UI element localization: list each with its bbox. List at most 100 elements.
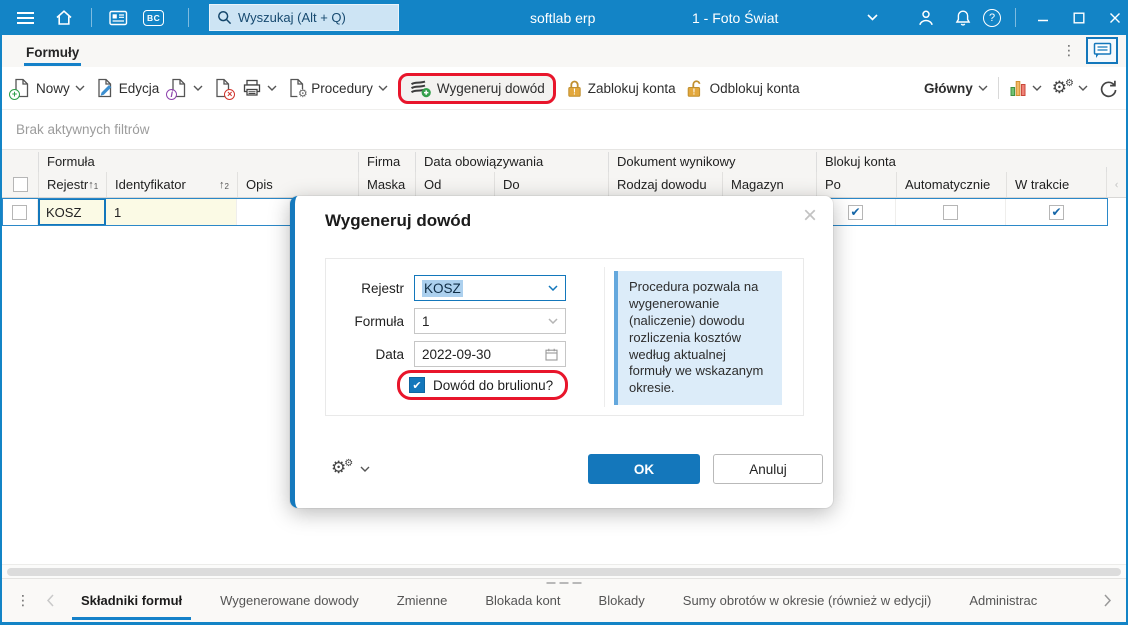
horizontal-scrollbar[interactable] [2,564,1126,578]
edit-document-icon [95,78,114,98]
document-info-button[interactable]: i [166,78,203,100]
column-header-w-trakcie[interactable]: W trakcie [1006,172,1106,197]
news-icon[interactable] [105,5,131,31]
column-header-maska[interactable]: Maska [358,172,415,197]
rejestr-combobox[interactable]: KOSZ [414,275,566,301]
cell-rejestr[interactable]: KOSZ [38,198,106,226]
chevron-down-icon[interactable] [193,85,203,91]
column-header-do[interactable]: Do [494,172,608,197]
svg-text:!: ! [573,87,576,96]
column-header-rodzaj-dowodu[interactable]: Rodzaj dowodu [608,172,722,197]
procedure-info-panel: Procedura pozwala na wygenerowanie (nali… [614,271,782,405]
titlebar-divider [1015,8,1016,27]
cancel-button[interactable]: Anuluj [713,454,823,484]
document-info-icon: i [166,78,188,100]
global-search[interactable] [209,4,399,31]
footer-tab-blokada-kont[interactable]: Blokada kont [466,579,579,623]
dialog-settings-button[interactable]: ⚙ ⚙ [331,458,370,477]
chevron-down-icon[interactable] [548,318,558,324]
help-icon[interactable]: ? [983,8,1001,27]
search-icon [217,10,232,25]
refresh-button[interactable] [1098,79,1118,98]
home-icon[interactable] [51,5,77,31]
layers-add-icon [409,79,432,98]
footer-tabs-scroll-right-icon[interactable] [1096,594,1120,607]
dialog-close-icon[interactable]: × [803,204,817,228]
chevron-down-icon[interactable] [1032,85,1042,91]
chevron-down-icon[interactable] [267,85,277,91]
chart-view-button[interactable] [1009,79,1042,98]
date-input[interactable]: 2022-09-30 [414,341,566,367]
column-header-od[interactable]: Od [415,172,494,197]
delete-document-icon: × [213,78,236,100]
footer-more-options-icon[interactable]: ⋮ [8,593,38,609]
column-header-po[interactable]: Po [816,172,896,197]
chevron-down-icon[interactable] [978,85,988,91]
company-selector-chevron-icon[interactable] [859,5,885,31]
ok-button[interactable]: OK [588,454,700,484]
dialog-divider [604,267,605,407]
chevron-down-icon[interactable] [75,85,85,91]
more-options-icon[interactable]: ⋮ [1062,43,1076,59]
svg-text:!: ! [692,87,695,96]
column-header-opis[interactable]: Opis [237,172,358,197]
tab-formuly[interactable]: Formuły [24,39,82,66]
sort-asc-2-icon: ↑ 2 [219,178,229,191]
row-select-checkbox[interactable] [2,198,38,226]
footer-tabs-scroll-left-icon[interactable] [38,594,62,607]
cell-automatycznie-checkbox[interactable] [896,198,1006,226]
grid-scroll-left-button[interactable] [1106,172,1126,197]
footer-tab-blokady[interactable]: Blokady [580,579,664,623]
group-header-formula: Formuła [38,152,358,172]
draft-checkbox-annotation: Dowód do brulionu? [397,370,569,400]
draft-checkbox-label: Dowód do brulionu? [433,377,554,393]
rejestr-field-label: Rejestr [361,280,404,296]
delete-button[interactable]: × [213,78,236,100]
gear-icon: ⚙ ⚙ [1051,77,1074,98]
generate-document-button[interactable]: Wygeneruj dowód [409,79,545,98]
printer-icon [242,79,262,97]
print-button[interactable] [242,79,277,97]
window-minimize-button[interactable] [1030,5,1056,31]
user-profile-icon[interactable] [913,5,939,31]
column-header-identyfikator[interactable]: Identyfikator ↑ 2 [106,172,237,197]
footer-tab-administracja[interactable]: Administrac [950,579,1046,623]
search-input[interactable] [238,10,388,25]
cell-w-trakcie-checkbox[interactable] [1006,198,1108,226]
hamburger-menu-icon[interactable] [12,5,38,31]
footer-tab-wygenerowane-dowody[interactable]: Wygenerowane dowody [201,579,378,623]
calendar-icon[interactable] [545,348,558,361]
footer-tab-zmienne[interactable]: Zmienne [378,579,467,623]
chevron-down-icon[interactable] [548,285,558,291]
new-button[interactable]: + Nowy [9,78,85,100]
select-all-checkbox[interactable] [2,172,38,197]
chat-panel-button[interactable] [1086,37,1118,64]
edit-button[interactable]: Edycja [95,78,159,98]
window-close-button[interactable] [1102,5,1126,31]
chevron-down-icon[interactable] [378,85,388,91]
lock-accounts-button[interactable]: ! Zablokuj konta [566,79,676,98]
footer-tab-skladniki-formul[interactable]: Składniki formuł [62,579,201,623]
company-selector[interactable]: 1 - Foto Świat [692,0,778,35]
procedures-button[interactable]: ⚙ Procedury [287,78,388,100]
settings-button[interactable]: ⚙ ⚙ [1051,77,1088,98]
chevron-down-icon[interactable] [1078,85,1088,91]
bc-module-icon[interactable]: BC [143,9,165,26]
toolbar-divider [997,77,999,99]
layout-selector[interactable]: Główny [924,81,988,96]
column-header-rejestr[interactable]: Rejestr ↑ 1 [38,172,106,197]
formula-field-label: Formuła [354,313,404,329]
cell-identyfikator[interactable]: 1 [106,198,237,226]
draft-checkbox[interactable] [409,377,425,393]
notifications-bell-icon[interactable] [950,5,976,31]
chevron-down-icon [360,466,370,472]
scrollbar-thumb[interactable] [7,567,1121,576]
column-header-magazyn[interactable]: Magazyn [722,172,816,197]
footer-tab-sumy-obrotow[interactable]: Sumy obrotów w okresie (również w edycji… [664,579,951,623]
unlock-accounts-button[interactable]: ! Odblokuj konta [686,79,800,98]
window-maximize-button[interactable] [1066,5,1092,31]
column-header-automatycznie[interactable]: Automatycznie [896,172,1006,197]
formula-combobox[interactable]: 1 [414,308,566,334]
titlebar: BC softlab erp 1 - Foto Świat [2,0,1126,35]
new-document-icon: + [9,78,31,100]
